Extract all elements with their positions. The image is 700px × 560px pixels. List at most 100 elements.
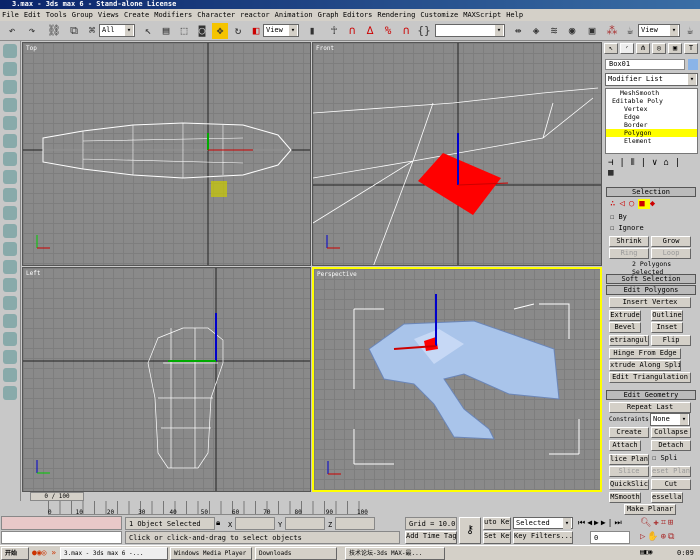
msmooth-button[interactable]: MSmooth (609, 492, 641, 503)
stack-item-element[interactable]: Element (606, 137, 697, 145)
set-key-button[interactable]: Set Key (483, 531, 511, 544)
geosphere-icon[interactable] (3, 152, 17, 166)
ignore-backfacing-checkbox[interactable]: ☐ Ignore (610, 224, 644, 232)
menu-modifiers[interactable]: Modifiers (154, 9, 192, 21)
display-tab-icon[interactable]: ▣ (668, 43, 682, 54)
angle-snap-icon[interactable]: ∆ (362, 23, 378, 39)
time-slider-thumb[interactable]: 0 / 100 (30, 492, 84, 501)
viewport-perspective[interactable]: Perspective (312, 267, 602, 492)
maxscript-listener-pink[interactable] (1, 516, 122, 530)
create-tab-icon[interactable]: ↖ (604, 43, 618, 54)
menu-graph-editors[interactable]: Graph Editors (318, 9, 373, 21)
system-tray-icons[interactable]: ▤◧◉ (640, 548, 653, 556)
sphere-icon[interactable] (3, 62, 17, 76)
x-coordinate-field[interactable] (235, 517, 275, 530)
reference-coordinate-dropdown[interactable]: View (263, 24, 299, 37)
light-icon[interactable] (3, 224, 17, 238)
slice-plane-button[interactable]: lice Plan (609, 454, 649, 465)
edit-triangulation-button[interactable]: Edit Triangulation (609, 372, 691, 383)
taskbar-item-downloads[interactable]: Downloads (255, 547, 337, 560)
camera-icon[interactable] (3, 242, 17, 256)
bevel-button[interactable]: Bevel (609, 322, 641, 333)
hinge-from-edge-button[interactable]: Hinge From Edge (609, 348, 681, 359)
percent-snap-icon[interactable]: % (380, 23, 396, 39)
selection-filter-dropdown[interactable]: All (99, 24, 135, 37)
teapot-icon[interactable]: ☕ (622, 23, 638, 39)
split-checkbox[interactable]: ☐ Spli (652, 454, 677, 462)
menu-tools[interactable]: Tools (46, 9, 67, 21)
inset-button[interactable]: Inset (651, 322, 683, 333)
quicklaunch-icons[interactable]: ●◉◎ » (32, 548, 56, 557)
maxscript-listener-white[interactable] (1, 531, 122, 544)
particle-icon[interactable] (3, 350, 17, 364)
patch-icon[interactable] (3, 386, 17, 400)
shape-icon[interactable] (3, 314, 17, 328)
tessellate-button[interactable]: essellat (651, 492, 683, 503)
viewport-front[interactable]: Front (312, 42, 602, 266)
detach-button[interactable]: Detach (651, 440, 691, 451)
loop-button[interactable]: Loop (651, 248, 691, 259)
stack-item-vertex[interactable]: Vertex (606, 105, 697, 113)
slice-button[interactable]: Slice (609, 466, 649, 477)
menu-create[interactable]: Create (124, 9, 149, 21)
spacewarp-icon[interactable] (3, 278, 17, 292)
menu-reactor[interactable]: reactor (240, 9, 270, 21)
object-color-swatch[interactable] (688, 59, 698, 70)
system-icon[interactable] (3, 296, 17, 310)
teapot-object-icon[interactable] (3, 116, 17, 130)
edit-geometry-rollout-header[interactable]: Edit Geometry (606, 390, 696, 400)
ring-button[interactable]: Ring (609, 248, 649, 259)
stack-tools[interactable]: ⊣|⫴|∨⌂|▦ (608, 158, 696, 178)
plane-icon[interactable] (3, 206, 17, 220)
region-select-icon[interactable]: ⬚ (176, 23, 192, 39)
menu-animation[interactable]: Animation (275, 9, 313, 21)
time-slider[interactable]: 0 / 100 (22, 492, 602, 501)
constraints-dropdown[interactable]: None (650, 413, 690, 426)
polygon-level-icon[interactable]: ■ (638, 199, 649, 209)
edit-polygons-rollout-header[interactable]: Edit Polygons (606, 285, 696, 295)
outline-button[interactable]: Outline (651, 310, 683, 321)
add-time-tag-button[interactable]: Add Time Tag (405, 531, 457, 544)
motion-tab-icon[interactable]: ◎ (652, 43, 666, 54)
current-frame-field[interactable]: 0 (590, 531, 630, 544)
key-mode-dropdown[interactable]: Selected (513, 517, 573, 529)
collapse-button[interactable]: Collapse (651, 427, 691, 438)
viewport-left[interactable]: Left (22, 267, 311, 492)
link-icon[interactable]: ⛓ (46, 23, 62, 39)
menu-file[interactable]: File (2, 9, 19, 21)
stack-item-editable-poly[interactable]: Editable Poly (606, 97, 697, 105)
snap-icon[interactable]: ∩ (344, 23, 360, 39)
playback-controls[interactable]: ⏮◀▶▶|⏭ (578, 518, 624, 528)
z-coordinate-field[interactable] (335, 517, 375, 530)
stack-item-edge[interactable]: Edge (606, 113, 697, 121)
create-object-icon[interactable] (3, 44, 17, 58)
extrude-button[interactable]: Extrude (609, 310, 641, 321)
create-button[interactable]: Create (609, 427, 649, 438)
modify-tab-icon[interactable]: ◜ (620, 43, 634, 54)
flip-button[interactable]: Flip (651, 335, 691, 346)
bone-icon[interactable] (3, 368, 17, 382)
utilities-tab-icon[interactable]: T (684, 43, 698, 54)
viewport-navigation-controls-2[interactable]: ▷✋⊕⧉ (640, 532, 676, 542)
shrink-button[interactable]: Shrink (609, 236, 649, 247)
taskbar-item-forum[interactable]: 技术论坛-3ds MAX-最... (345, 547, 445, 560)
selection-rollout-header[interactable]: Selection (606, 187, 696, 197)
helper-icon[interactable] (3, 260, 17, 274)
align-icon[interactable]: ◈ (528, 23, 544, 39)
insert-vertex-button[interactable]: Insert Vertex (609, 297, 691, 308)
menu-rendering[interactable]: Rendering (377, 9, 415, 21)
menu-customize[interactable]: Customize (420, 9, 458, 21)
undo-icon[interactable]: ↶ (4, 23, 20, 39)
move-icon[interactable]: ✥ (212, 23, 228, 39)
make-planar-button[interactable]: Make Planar (624, 504, 676, 515)
render-type-dropdown[interactable]: View (638, 24, 680, 37)
quick-render-icon[interactable]: ⁂ (604, 23, 620, 39)
named-selection-sets-dropdown[interactable] (435, 24, 505, 37)
pivot-icon[interactable]: ▮ (304, 23, 320, 39)
soft-selection-rollout-header[interactable]: Soft Selection (606, 274, 696, 284)
cut-button[interactable]: Cut (651, 479, 691, 490)
auto-key-button[interactable]: uto Key (483, 517, 511, 530)
material-editor-icon[interactable]: ◉ (564, 23, 580, 39)
stack-item-meshsmooth[interactable]: MeshSmooth (606, 89, 697, 97)
window-crossing-icon[interactable]: ◙ (194, 23, 210, 39)
